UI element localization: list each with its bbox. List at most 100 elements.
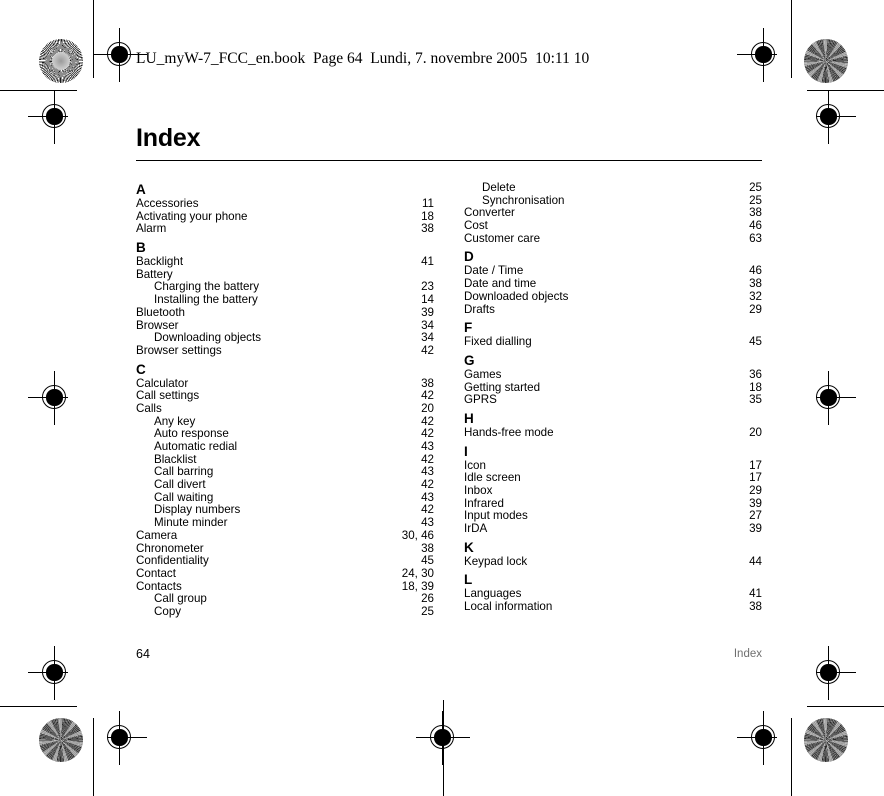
- index-section: I Icon 17 Idle screen 17 Inbox 29 Infrared 39 Inp…: [464, 444, 762, 536]
- index-entry-label: Cost: [464, 219, 488, 233]
- index-entry[interactable]: Calls 20: [136, 402, 434, 416]
- index-entry-label: Copy: [154, 604, 182, 618]
- index-entry-pages: 43: [421, 516, 434, 530]
- index-entry[interactable]: Confidentiality 45: [136, 554, 434, 568]
- registration-target-right-upper: [802, 90, 856, 144]
- index-entry[interactable]: Drafts 29: [464, 302, 762, 317]
- index-entry[interactable]: Hands-free mode 20: [464, 425, 762, 440]
- index-entry[interactable]: Contact 24, 30: [136, 566, 434, 581]
- index-entry-pages: 29: [749, 484, 762, 497]
- index-subentry[interactable]: Call divert 42: [136, 478, 434, 492]
- index-subentry[interactable]: Installing the battery 14: [136, 293, 434, 307]
- index-entry[interactable]: Backlight 41: [136, 255, 434, 269]
- index-entry-pages: 42: [421, 343, 434, 357]
- page-title: Index: [136, 124, 201, 152]
- index-entry-pages: 30, 46: [401, 528, 434, 542]
- index-entry-label: Minute minder: [154, 516, 228, 530]
- index-entry[interactable]: Call settings 42: [136, 390, 434, 403]
- index-section: D Date / Time 46 Date and time 38 Downloaded …: [464, 249, 762, 316]
- index-entry-label: Keypad lock: [464, 554, 528, 568]
- screen-angle-starburst-bottom-right: [804, 718, 848, 762]
- index-entry-pages: 38: [749, 600, 762, 614]
- index-entry-label: Bluetooth: [136, 305, 185, 319]
- index-section: C Calculator 38 Call settings 42 Calls 20 Any k…: [136, 362, 434, 619]
- section-letter: G: [464, 352, 475, 368]
- right-column: Delete 25 Synchronisation 25 Converter 38 Cost…: [464, 181, 762, 614]
- index-entry[interactable]: Fixed dialling 45: [464, 335, 762, 349]
- section-letter: H: [464, 410, 474, 426]
- index-entry[interactable]: Bluetooth 39: [136, 305, 434, 320]
- section-letter: B: [136, 240, 146, 256]
- index-entry-pages: 29: [749, 302, 762, 316]
- index-entry[interactable]: Customer care 63: [464, 231, 762, 246]
- index-entry[interactable]: Camera 30, 46: [136, 528, 434, 543]
- index-entry[interactable]: Activating your phone 18: [136, 210, 434, 224]
- index-entry[interactable]: GPRS 35: [464, 394, 762, 407]
- index-entry[interactable]: IrDA 39: [464, 522, 762, 536]
- index-entry-pages: 45: [421, 554, 434, 568]
- index-entry[interactable]: Idle screen 17: [464, 472, 762, 485]
- index-subentry[interactable]: Minute minder 43: [136, 516, 434, 530]
- section-letter: L: [464, 572, 473, 588]
- index-entry-label: GPRS: [464, 393, 497, 407]
- index-entry-pages: 34: [421, 331, 434, 345]
- index-entry[interactable]: Alarm 38: [136, 223, 434, 236]
- index-entry-pages: 25: [421, 604, 434, 618]
- index-entry[interactable]: Downloaded objects 32: [464, 289, 762, 304]
- index-entry[interactable]: Browser settings 42: [136, 343, 434, 358]
- index-entry-pages: 20: [749, 425, 762, 439]
- index-entry-label: Camera: [136, 528, 178, 542]
- crop-line-left-bottom-horizontal: [0, 706, 77, 707]
- section-letter: A: [136, 182, 146, 197]
- index-subentry[interactable]: Copy 25: [136, 604, 434, 619]
- screen-angle-starburst-bottom-left: [39, 718, 83, 762]
- registration-target-left-middle: [28, 371, 82, 425]
- index-subentry[interactable]: Automatic redial 43: [136, 440, 434, 454]
- index-entry[interactable]: Games 36: [464, 367, 762, 382]
- index-entry[interactable]: Date and time 38: [464, 277, 762, 291]
- index-section: G Games 36 Getting started 18 GPRS 35: [464, 353, 762, 407]
- title-rule: [136, 160, 762, 161]
- index-entry-pages: 14: [421, 293, 434, 307]
- section-letter: K: [464, 539, 474, 555]
- index-entry-label: Installing the battery: [154, 293, 258, 307]
- running-footer: Index: [733, 648, 762, 660]
- index-entry-pages: 35: [749, 393, 762, 407]
- registration-target-left-lower: [28, 646, 82, 700]
- index-subentry[interactable]: Delete 25: [464, 181, 762, 195]
- index-subentry[interactable]: Downloading objects 34: [136, 331, 434, 345]
- index-section: Delete 25 Synchronisation 25 Converter 38 Cost…: [464, 181, 762, 246]
- index-entry[interactable]: Cost 46: [464, 219, 762, 233]
- index-entry-label: Local information: [464, 600, 553, 614]
- index-entry-label: IrDA: [464, 522, 488, 536]
- index-entry-pages: 39: [421, 305, 434, 319]
- section-letter: I: [464, 443, 468, 459]
- index-entry-pages: 11: [421, 197, 434, 210]
- index-section: B Backlight 41 Battery Charging the battery 2…: [136, 240, 434, 358]
- index-entry[interactable]: Local information 38: [464, 600, 762, 614]
- registration-target-bottom-center: [416, 711, 470, 765]
- index-entry-pages: 36: [749, 367, 762, 381]
- index-entry-pages: 43: [421, 440, 434, 453]
- index-entry-label: Customer care: [464, 231, 541, 245]
- index-entry-label: Backlight: [136, 255, 184, 269]
- screen-angle-starburst-top-left: [39, 39, 83, 83]
- index-entry[interactable]: Getting started 18: [464, 381, 762, 395]
- index-entry[interactable]: Keypad lock 44: [464, 554, 762, 569]
- index-entry[interactable]: Inbox 29: [464, 484, 762, 498]
- index-entry-label: Accessories: [136, 197, 199, 210]
- index-entry[interactable]: Input modes 27: [464, 510, 762, 523]
- index-entry-label: Contact: [136, 566, 176, 580]
- page-folio: 64: [136, 647, 150, 661]
- crop-line-bottom-right-vertical: [791, 718, 792, 796]
- registration-target-bottom-left: [93, 711, 147, 765]
- index-entry[interactable]: Accessories 11: [136, 197, 434, 211]
- index-entry-pages: 46: [749, 219, 762, 233]
- left-column: A Accessories 11 Activating your phone 18 Ala…: [136, 182, 434, 619]
- index-section: H Hands-free mode 20: [464, 411, 762, 440]
- index-entry-label: Confidentiality: [136, 554, 209, 568]
- index-entry[interactable]: Converter 38: [464, 207, 762, 220]
- registration-target-left-upper: [28, 90, 82, 144]
- book-slug-line: LU_myW-7_FCC_en.book Page 64 Lundi, 7. n…: [136, 50, 590, 67]
- index-entry-label: Downloaded objects: [464, 289, 569, 303]
